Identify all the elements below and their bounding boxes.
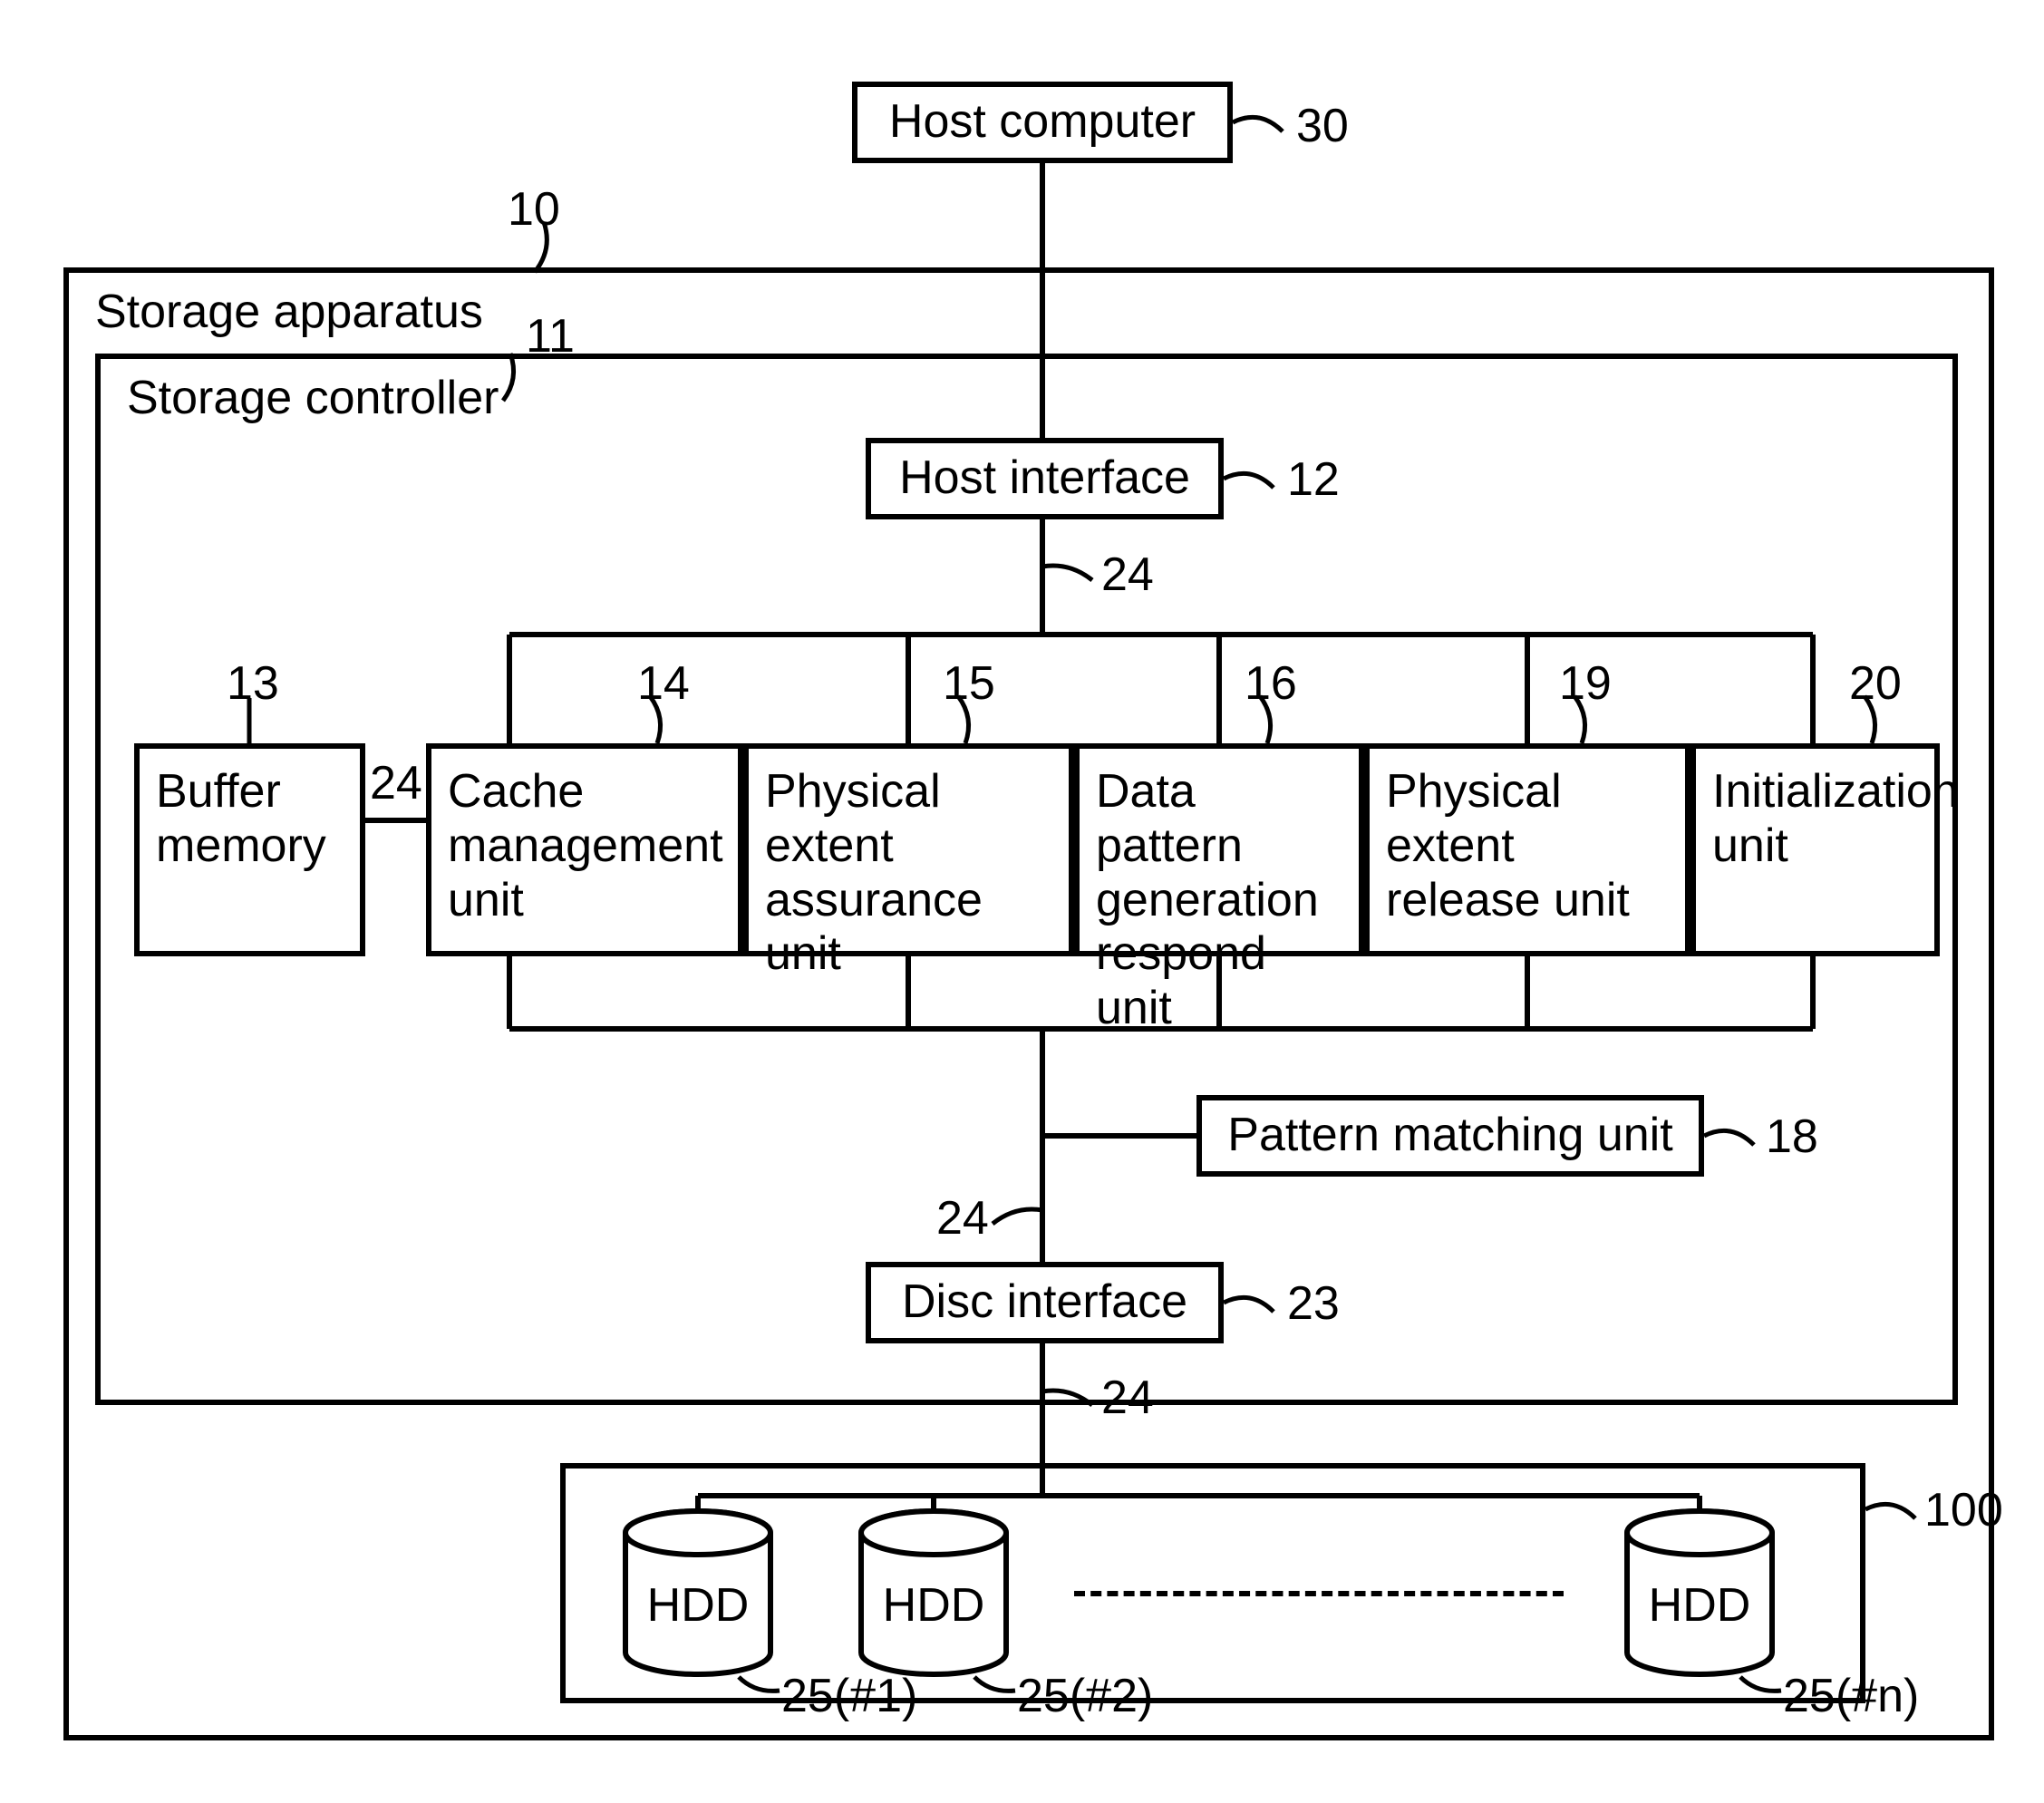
ref-13: 13 — [227, 660, 279, 707]
ref-10: 10 — [508, 186, 560, 233]
ref-25-n: 25(#n) — [1783, 1672, 1919, 1720]
ref-18: 18 — [1766, 1113, 1818, 1160]
ref-12: 12 — [1287, 456, 1340, 503]
ref-15: 15 — [943, 660, 995, 707]
ref-23: 23 — [1287, 1280, 1340, 1327]
ref-24-buf: 24 — [370, 760, 422, 807]
ref-16: 16 — [1245, 660, 1297, 707]
ref-24-mid: 24 — [936, 1195, 989, 1242]
ref-100: 100 — [1924, 1487, 2003, 1534]
ref-11: 11 — [526, 313, 575, 360]
ref-24-hostif: 24 — [1101, 551, 1154, 598]
ref-30: 30 — [1296, 102, 1349, 150]
ref-24-low: 24 — [1101, 1374, 1154, 1421]
ref-25-1: 25(#1) — [781, 1672, 917, 1720]
ref-20: 20 — [1849, 660, 1902, 707]
connector-lines — [0, 0, 2044, 1803]
ref-19: 19 — [1559, 660, 1612, 707]
ref-14: 14 — [637, 660, 690, 707]
ref-25-2: 25(#2) — [1017, 1672, 1153, 1720]
